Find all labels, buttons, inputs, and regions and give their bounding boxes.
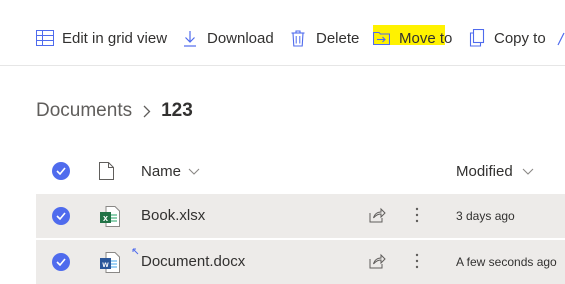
command-bar: Edit in grid view Download Delete Move t… bbox=[0, 0, 565, 66]
more-toolbar-icon[interactable] bbox=[557, 32, 565, 46]
row-checkbox[interactable] bbox=[52, 253, 70, 271]
delete-button[interactable]: Delete bbox=[291, 27, 359, 49]
modified-date: 3 days ago bbox=[456, 209, 515, 223]
move-to-label: Move to bbox=[399, 29, 453, 47]
share-icon[interactable] bbox=[369, 207, 386, 223]
breadcrumb-documents[interactable]: Documents bbox=[36, 100, 132, 122]
checkmark-icon bbox=[56, 167, 66, 175]
modified-column-header[interactable]: Modified bbox=[456, 163, 534, 180]
name-column-header[interactable]: Name bbox=[141, 163, 200, 180]
move-to-icon bbox=[373, 31, 390, 45]
excel-icon: x bbox=[100, 206, 120, 227]
edit-in-grid-view-label: Edit in grid view bbox=[62, 29, 168, 47]
checkmark-icon bbox=[56, 258, 66, 266]
move-to-button[interactable]: Move to bbox=[373, 27, 452, 49]
download-label: Download bbox=[207, 29, 274, 47]
modified-date: A few seconds ago bbox=[456, 255, 557, 269]
select-all-checkbox[interactable] bbox=[52, 162, 70, 180]
more-options-icon[interactable] bbox=[415, 207, 419, 223]
word-icon: w bbox=[100, 252, 120, 273]
checkmark-icon bbox=[56, 212, 66, 220]
copy-to-button[interactable]: Copy to bbox=[469, 27, 546, 49]
more-options-icon[interactable] bbox=[415, 253, 419, 269]
download-icon bbox=[184, 30, 196, 47]
file-name-link[interactable]: Document.docx bbox=[141, 253, 245, 270]
svg-text:x: x bbox=[103, 213, 108, 223]
grid-icon bbox=[36, 30, 54, 46]
trash-icon bbox=[291, 29, 305, 47]
chevron-down-icon bbox=[522, 168, 534, 175]
copy-icon bbox=[469, 29, 485, 47]
copy-to-label: Copy to bbox=[494, 29, 546, 47]
file-name-link[interactable]: Book.xlsx bbox=[141, 207, 205, 224]
edit-in-grid-view-button[interactable]: Edit in grid view bbox=[36, 27, 167, 49]
delete-label: Delete bbox=[316, 29, 360, 47]
row-checkbox[interactable] bbox=[52, 207, 70, 225]
table-row[interactable]: x Book.xlsx 3 days ago bbox=[36, 194, 565, 238]
breadcrumb-current-folder: 123 bbox=[161, 100, 193, 121]
share-icon[interactable] bbox=[369, 253, 386, 269]
name-column-label: Name bbox=[141, 163, 182, 180]
table-row[interactable]: w Document.docx A few seconds ago bbox=[36, 240, 565, 284]
modified-column-label: Modified bbox=[456, 163, 513, 180]
breadcrumb-separator-icon bbox=[143, 105, 151, 118]
download-button[interactable]: Download bbox=[183, 27, 274, 49]
list-header: Name Modified bbox=[0, 150, 565, 192]
chevron-down-icon bbox=[188, 168, 200, 175]
new-item-sparkle-icon bbox=[132, 248, 139, 255]
breadcrumb: Documents 123 bbox=[36, 100, 193, 122]
svg-text:w: w bbox=[101, 260, 109, 269]
file-type-header-icon[interactable] bbox=[99, 162, 114, 180]
